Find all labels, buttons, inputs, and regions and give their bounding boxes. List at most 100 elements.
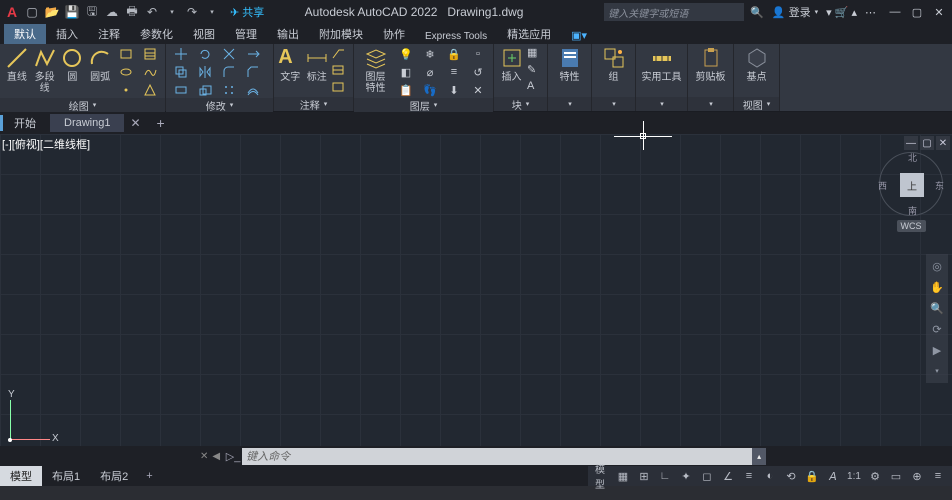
more-icon[interactable]: ⋯ xyxy=(865,6,876,19)
layer-color-icon[interactable]: ▫ xyxy=(467,46,489,62)
status-osnap-icon[interactable]: ◻ xyxy=(697,467,717,485)
undo-icon[interactable]: ↶ xyxy=(144,4,160,20)
close-button[interactable]: ✕ xyxy=(930,6,948,19)
layer-state-icon[interactable]: 📋 xyxy=(395,82,417,98)
status-model[interactable]: 模型 xyxy=(592,467,612,485)
wcs-label[interactable]: WCS xyxy=(897,220,926,232)
layout-add-icon[interactable]: + xyxy=(138,470,160,482)
nav-showmotion-icon[interactable]: ▶ xyxy=(928,341,946,359)
nav-orbit-icon[interactable]: ⟳ xyxy=(928,320,946,338)
mtext-icon[interactable] xyxy=(331,80,349,95)
layer-off-icon[interactable]: ⌀ xyxy=(419,64,441,80)
nav-zoom-icon[interactable]: 🔍 xyxy=(928,299,946,317)
ribbon-tab-view[interactable]: 视图 xyxy=(183,24,225,44)
ribbon-tab-parametric[interactable]: 参数化 xyxy=(130,24,183,44)
nav-expand-icon[interactable]: ▾ xyxy=(928,362,946,380)
array-icon[interactable] xyxy=(218,82,240,98)
dimension-button[interactable]: 标注 xyxy=(305,46,330,96)
copy-icon[interactable] xyxy=(170,64,192,80)
layer-on-icon[interactable]: 💡 xyxy=(395,46,417,62)
ribbon-tab-express[interactable]: Express Tools xyxy=(415,29,497,44)
nav-wheel-icon[interactable]: ◎ xyxy=(928,257,946,275)
panel-block-footer[interactable]: 块▾ xyxy=(494,97,547,111)
ribbon-tab-addins[interactable]: 附加模块 xyxy=(309,24,373,44)
doc-tab-active[interactable]: Drawing1 xyxy=(50,114,124,132)
compass-ring[interactable]: 北 南 西 东 上 xyxy=(879,152,943,216)
line-button[interactable]: 直线 xyxy=(4,46,30,96)
status-scale-lock-icon[interactable]: 🔒 xyxy=(802,467,822,485)
plot-icon[interactable]: 🖶 xyxy=(124,4,140,20)
circle-button[interactable]: 圆 xyxy=(60,46,86,96)
ribbon-tab-default[interactable]: 默认 xyxy=(4,24,46,44)
move-icon[interactable] xyxy=(170,46,192,62)
trim-icon[interactable] xyxy=(218,46,240,62)
vp-close-icon[interactable]: ✕ xyxy=(936,136,950,150)
panel-view-footer[interactable]: 视图▾ xyxy=(734,97,779,111)
maximize-button[interactable]: ▢ xyxy=(908,6,926,19)
group-button[interactable]: 组 xyxy=(596,46,631,96)
status-customize-icon[interactable]: ≡ xyxy=(928,467,948,485)
layer-lock-icon[interactable]: 🔒 xyxy=(443,46,465,62)
ribbon-tab-featured[interactable]: 精选应用 xyxy=(497,24,561,44)
layer-match-icon[interactable]: ≡ xyxy=(443,64,465,80)
status-gear-icon[interactable]: ⚙ xyxy=(865,467,885,485)
minimize-button[interactable]: — xyxy=(886,6,904,19)
vp-maximize-icon[interactable]: ▢ xyxy=(920,136,934,150)
status-anno-icon[interactable]: 𝘈 xyxy=(823,467,843,485)
close-tab-icon[interactable]: ✕ xyxy=(124,116,146,130)
layer-freeze-icon[interactable]: ❄ xyxy=(419,46,441,62)
layer-merge-icon[interactable]: ⬇ xyxy=(443,82,465,98)
saveas-icon[interactable]: 🖫 xyxy=(84,4,100,20)
save-icon[interactable]: 💾 xyxy=(64,4,80,20)
properties-button[interactable]: 特性 xyxy=(552,46,587,96)
mirror-icon[interactable] xyxy=(194,64,216,80)
panel-utilities-footer[interactable]: ▾ xyxy=(636,97,687,111)
text-button[interactable]: A文字 xyxy=(278,46,303,96)
layer-walk-icon[interactable]: 👣 xyxy=(419,82,441,98)
panel-clipboard-footer[interactable]: ▾ xyxy=(688,97,733,111)
utilities-button[interactable]: 实用工具 xyxy=(640,46,683,96)
chamfer-icon[interactable] xyxy=(242,64,264,80)
status-polar-icon[interactable]: ✦ xyxy=(676,467,696,485)
cart-icon[interactable]: ▾ 🛒 ▴ xyxy=(826,6,857,19)
panel-modify-footer[interactable]: 修改▾ xyxy=(166,98,273,112)
cmd-history-icon[interactable]: ▴ xyxy=(752,448,766,465)
panel-layer-footer[interactable]: 图层▾ xyxy=(354,98,493,112)
panel-group-footer[interactable]: ▾ xyxy=(592,97,635,111)
attr-block-icon[interactable]: A xyxy=(527,80,543,95)
insert-block-button[interactable]: 插入 xyxy=(498,46,525,96)
nav-pan-icon[interactable]: ✋ xyxy=(928,278,946,296)
redo-icon[interactable]: ↷ xyxy=(184,4,200,20)
status-snap-icon[interactable]: ⊞ xyxy=(634,467,654,485)
redo-drop-icon[interactable]: ▾ xyxy=(204,4,220,20)
share-button[interactable]: ✈ 共享 xyxy=(230,4,264,20)
leader-icon[interactable] xyxy=(331,46,349,61)
model-tab[interactable]: 模型 xyxy=(0,466,42,486)
status-grid-icon[interactable]: ▦ xyxy=(613,467,633,485)
cloud-open-icon[interactable]: ☁ xyxy=(104,4,120,20)
ellipse-icon[interactable] xyxy=(115,64,137,80)
layer-iso-icon[interactable]: ◧ xyxy=(395,64,417,80)
drawing-area[interactable]: [-][俯视][二维线框] — ▢ ✕ Y X 北 南 西 东 上 WCS ◎ … xyxy=(0,134,952,446)
status-cycling-icon[interactable]: ⟲ xyxy=(781,467,801,485)
layer-del-icon[interactable]: ✕ xyxy=(467,82,489,98)
panel-annotate-footer[interactable]: 注释▾ xyxy=(274,97,353,111)
ribbon-tab-annotate[interactable]: 注释 xyxy=(88,24,130,44)
viewcube[interactable]: 北 南 西 东 上 WCS xyxy=(876,152,946,232)
search-input[interactable]: 键入关键字或短语 xyxy=(604,3,744,21)
offset-icon[interactable] xyxy=(242,82,264,98)
new-icon[interactable]: ▢ xyxy=(24,4,40,20)
stretch-icon[interactable] xyxy=(170,82,192,98)
extend-icon[interactable] xyxy=(242,46,264,62)
ribbon-tab-insert[interactable]: 插入 xyxy=(46,24,88,44)
spline-icon[interactable] xyxy=(139,64,161,80)
ribbon-tab-manage[interactable]: 管理 xyxy=(225,24,267,44)
base-view-button[interactable]: 基点 xyxy=(738,46,775,96)
command-input[interactable]: 键入命令 xyxy=(242,448,752,465)
hatch-icon[interactable] xyxy=(139,46,161,62)
ribbon-tab-collab[interactable]: 协作 xyxy=(373,24,415,44)
open-icon[interactable]: 📂 xyxy=(44,4,60,20)
ribbon-tab-output[interactable]: 输出 xyxy=(267,24,309,44)
viewcube-top-face[interactable]: 上 xyxy=(900,173,924,197)
search-icon[interactable]: 🔍 xyxy=(750,6,764,19)
